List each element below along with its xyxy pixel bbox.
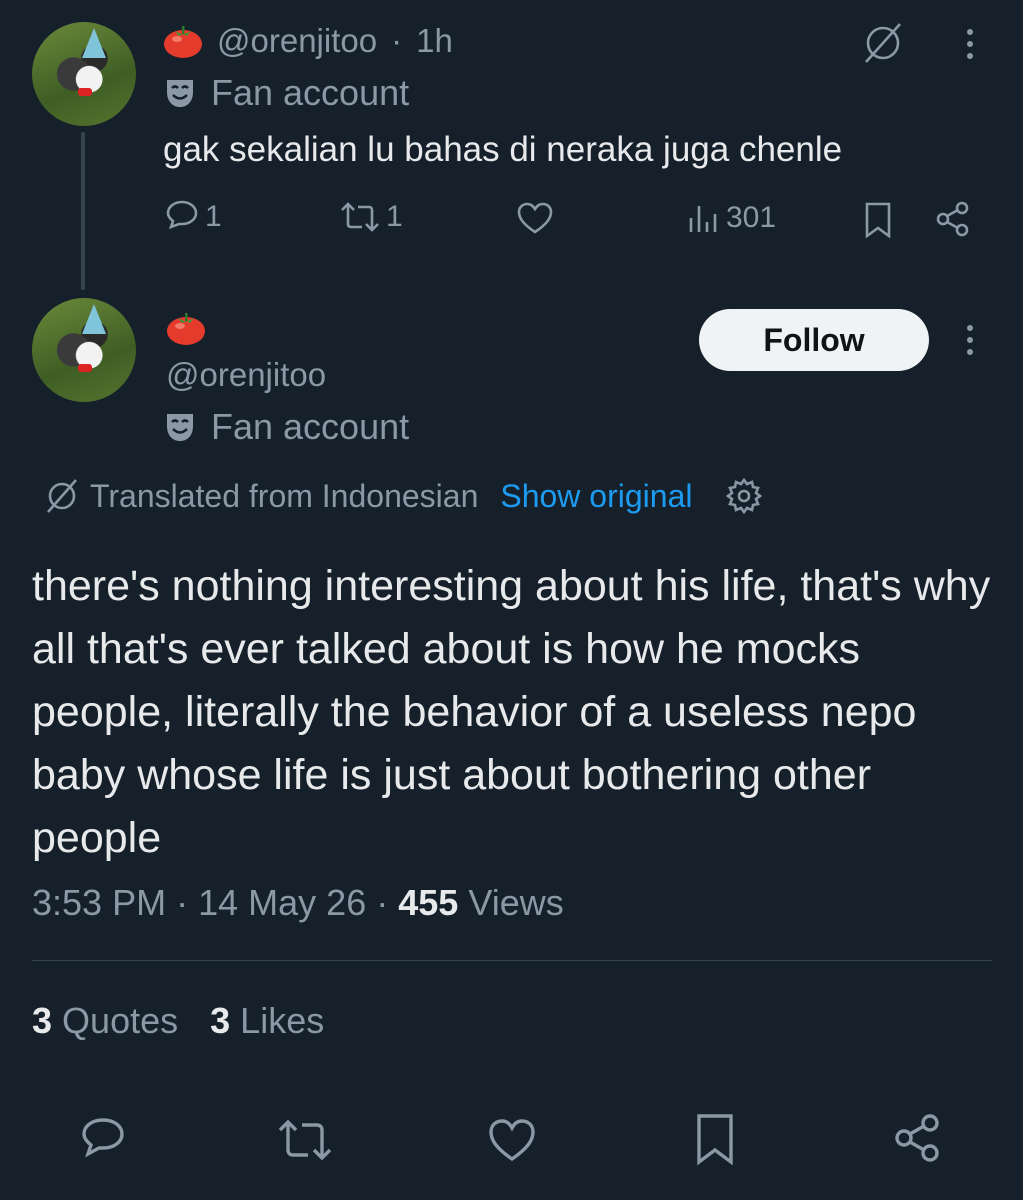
meta-separator: · [376, 882, 389, 923]
reply-handle[interactable]: @orenjitoo [217, 22, 377, 60]
main-share-button[interactable] [892, 1112, 944, 1169]
reply-separator: · [391, 22, 403, 59]
reply-time[interactable]: 1h [416, 22, 453, 60]
reply-more-icon[interactable] [955, 24, 985, 69]
translation-bar: Translated from Indonesian Show original [42, 476, 764, 516]
translate-icon [47, 479, 77, 513]
tweet-text: there's nothing interesting about his li… [32, 562, 991, 862]
bookmark-button[interactable] [862, 200, 894, 245]
reply-icon [166, 200, 198, 230]
repost-count: 1 [386, 200, 403, 233]
like-icon [489, 1119, 535, 1162]
views-count: 301 [726, 201, 777, 234]
bow-decoration [78, 88, 92, 96]
reply-badge: Fan account [163, 72, 409, 114]
main-badge: Fan account [163, 406, 409, 448]
main-like-button[interactable] [486, 1116, 538, 1169]
translated-label: Translated from Indonesian [90, 477, 479, 514]
views-icon [689, 206, 717, 232]
likes-count: 3 [210, 1000, 231, 1041]
mask-icon [167, 80, 193, 107]
main-badge-label: Fan account [211, 406, 410, 447]
repost-icon [278, 1119, 332, 1161]
divider [32, 960, 992, 961]
main-bookmark-button[interactable] [694, 1112, 736, 1171]
thread-line [81, 132, 85, 290]
main-more-icon[interactable] [955, 320, 985, 365]
bookmark-icon [865, 202, 891, 239]
quotes-count: 3 [32, 1000, 53, 1041]
tweet-date[interactable]: 14 May 26 [198, 882, 366, 923]
like-button[interactable] [515, 200, 555, 236]
bow-decoration [78, 364, 92, 372]
main-repost-button[interactable] [276, 1116, 334, 1169]
meta-separator: · [176, 882, 189, 923]
show-original-link[interactable]: Show original [500, 478, 692, 515]
tomato-icon [164, 26, 202, 58]
reply-avatar[interactable] [32, 22, 136, 126]
views-count: 455 [398, 882, 459, 923]
reply-count: 1 [205, 200, 222, 233]
share-button[interactable] [934, 200, 972, 243]
translate-icon[interactable] [858, 20, 908, 71]
main-avatar[interactable] [32, 298, 136, 402]
reply-text: gak sekalian lu bahas di neraka juga che… [163, 130, 843, 169]
views-label: Views [468, 882, 564, 923]
repost-button[interactable]: 1 [338, 198, 403, 236]
quotes-stat[interactable]: 3 Quotes [32, 1000, 178, 1042]
tomato-icon [167, 313, 205, 345]
settings-gear-icon[interactable] [724, 476, 764, 516]
tweet-time[interactable]: 3:53 PM [32, 882, 166, 923]
reply-badge-label: Fan account [211, 72, 410, 113]
reply-header: @orenjitoo · 1h [163, 22, 453, 60]
party-hat-decoration [82, 28, 106, 58]
repost-icon [341, 202, 379, 232]
quotes-label: Quotes [62, 1000, 179, 1041]
share-icon [895, 1114, 939, 1162]
tweet-meta: 3:53 PM · 14 May 26 · 455 Views [32, 882, 564, 924]
tweet-stats: 3 Quotes 3 Likes [32, 1000, 324, 1042]
bookmark-icon [697, 1114, 733, 1166]
follow-button[interactable]: Follow [699, 309, 929, 371]
reply-icon [82, 1118, 124, 1158]
share-icon [936, 201, 969, 237]
mask-icon [167, 414, 193, 441]
likes-label: Likes [240, 1000, 325, 1041]
views-button[interactable]: 301 [686, 200, 776, 236]
main-handle[interactable]: @orenjitoo [166, 356, 326, 394]
like-icon [517, 202, 553, 234]
reply-button[interactable]: 1 [163, 198, 222, 236]
likes-stat[interactable]: 3 Likes [210, 1000, 324, 1042]
main-reply-button[interactable] [78, 1114, 128, 1169]
party-hat-decoration [82, 304, 106, 334]
